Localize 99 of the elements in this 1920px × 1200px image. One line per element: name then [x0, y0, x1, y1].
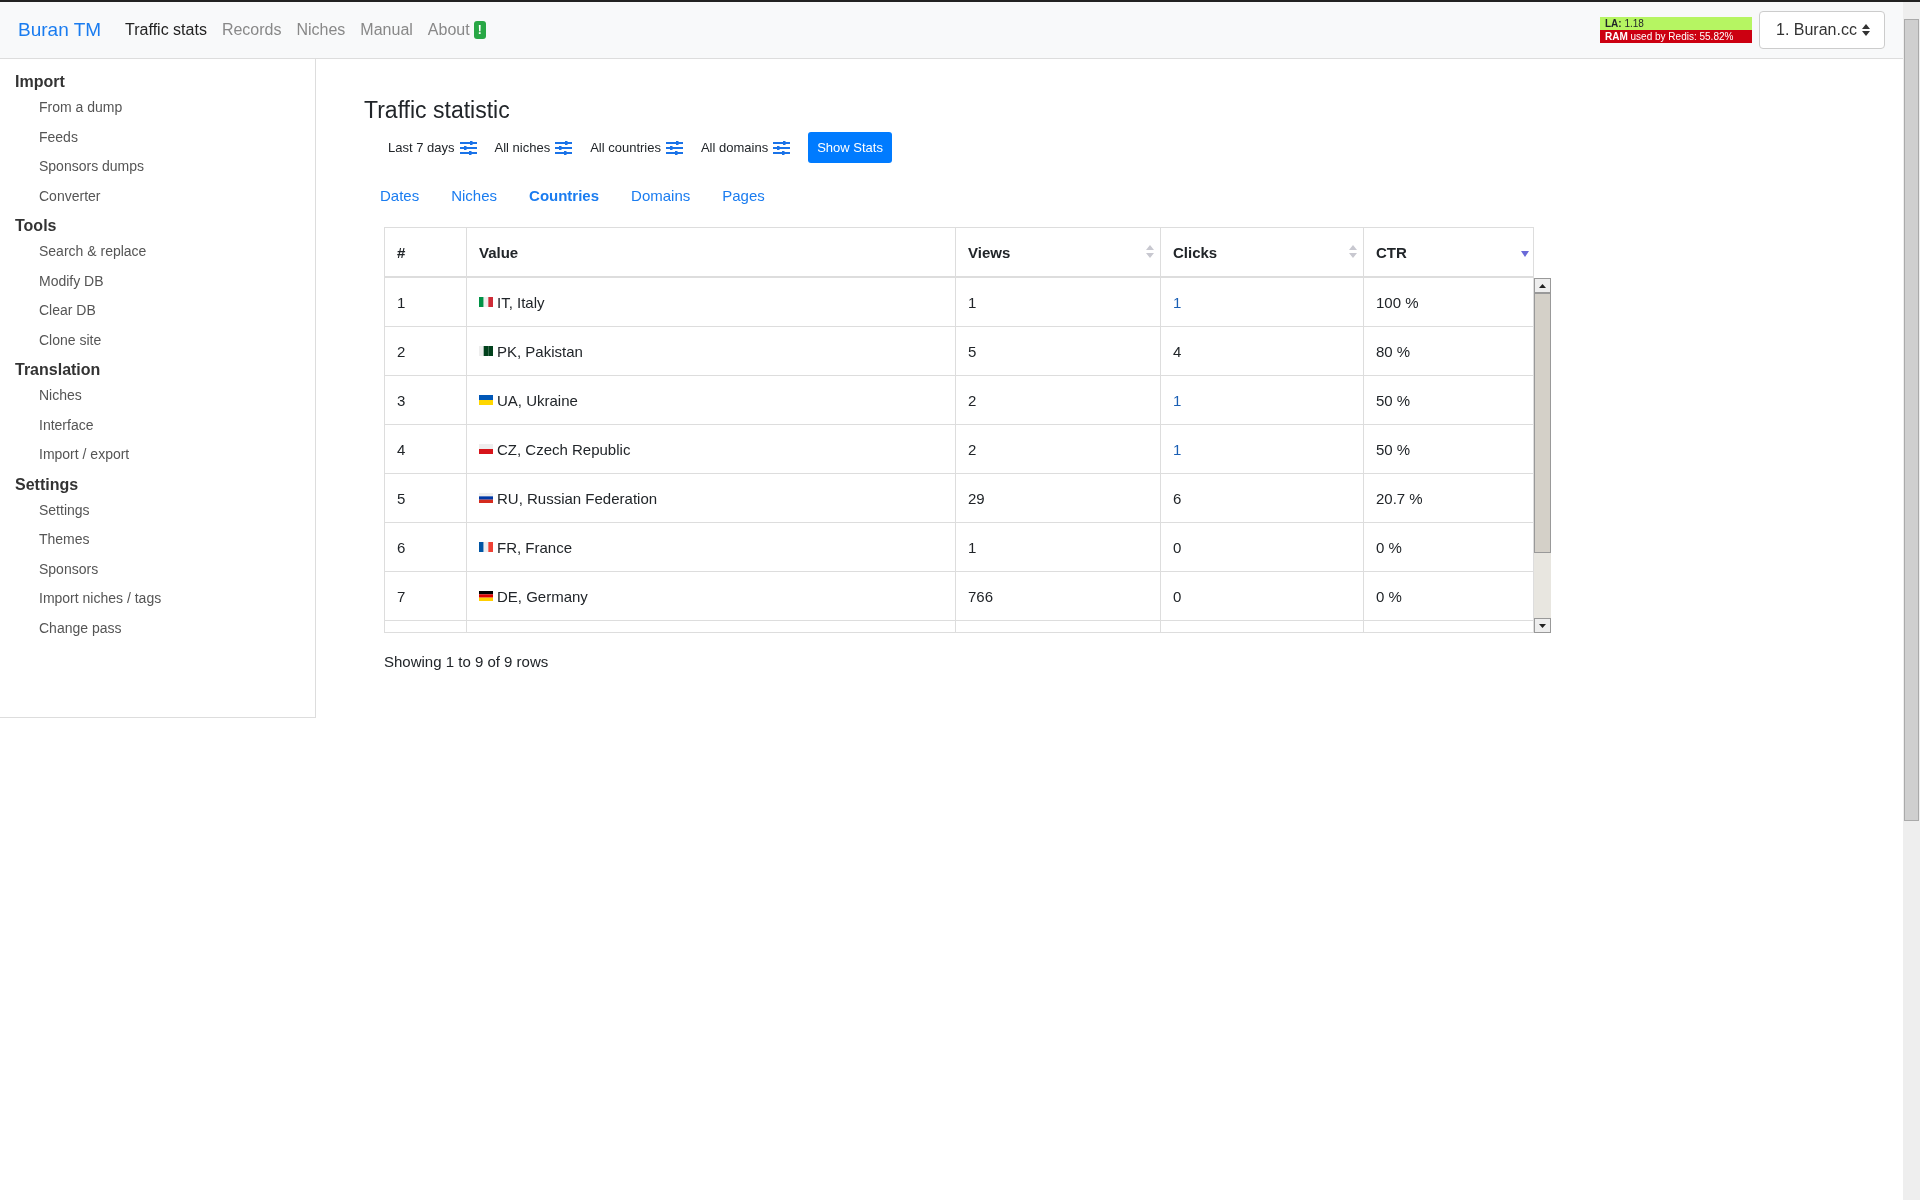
flag-icon [479, 297, 493, 307]
sidebar-link[interactable]: Search & replace [39, 237, 147, 267]
clicks-value: 6 [1173, 489, 1182, 507]
table-cell: 1 [956, 523, 1161, 571]
table-cell: 3 [385, 376, 467, 424]
column-header[interactable]: CTR [1364, 228, 1535, 276]
flag-icon [479, 542, 493, 552]
sliders-icon [773, 140, 791, 155]
sidebar-link[interactable]: Feeds [39, 122, 78, 152]
table-cell-text: 0 % [1375, 537, 1403, 558]
column-title: CTR [1376, 243, 1407, 261]
scroll-up-arrow-icon[interactable] [1539, 283, 1546, 288]
column-title: # [397, 243, 406, 261]
table-scrollbar[interactable] [1534, 278, 1551, 633]
sidebar-link[interactable]: Modify DB [39, 266, 104, 296]
table-cell: 6 [385, 523, 467, 571]
sliders-icon [459, 140, 477, 155]
table-cell: 1 [385, 278, 467, 326]
sidebar-link[interactable]: Niches [39, 381, 82, 411]
flag-icon [479, 346, 493, 356]
tab[interactable]: Countries [529, 187, 600, 227]
filter-dropdown[interactable]: All domains [700, 140, 791, 155]
column-header[interactable]: Views [956, 228, 1161, 276]
column-header[interactable]: Clicks [1161, 228, 1364, 276]
sidebar-link[interactable]: Settings [39, 495, 90, 525]
table-cell: 29 [956, 474, 1161, 522]
clicks-value: 0 [1173, 538, 1182, 556]
page-title: Traffic statistic [364, 97, 511, 124]
sidebar-link[interactable]: From a dump [39, 93, 123, 123]
filter-dropdown[interactable]: Last 7 days [388, 140, 477, 155]
column-header[interactable]: # [385, 228, 467, 276]
show-stats-button[interactable]: Show Stats [808, 132, 892, 163]
table-cell: 2 [385, 327, 467, 375]
sidebar-link[interactable]: Clone site [39, 325, 102, 355]
column-title: Views [968, 243, 1011, 261]
country-name: UA, Ukraine [497, 391, 578, 409]
clicks-value: 4 [1173, 342, 1182, 360]
table-cell-text: 50 % [1375, 439, 1412, 460]
table-cell: 1 [956, 278, 1161, 326]
tab[interactable]: Dates [380, 187, 420, 227]
table-cell: 766 [956, 572, 1161, 620]
table-cell-text: 100 % [1375, 292, 1420, 313]
table-cell-text: 20.7 % [1375, 488, 1424, 509]
sliders-icon [665, 140, 683, 155]
country-name: CZ, Czech Republic [497, 440, 631, 458]
table-cell: 2 [956, 376, 1161, 424]
table-cell: 2 [956, 425, 1161, 473]
table-cell: 4 [385, 425, 467, 473]
country-name: RU, Russian Federation [497, 489, 658, 507]
pagination-info: Showing 1 to 9 of 9 rows [384, 653, 550, 670]
load-average-indicator: LA: 1.18 [1600, 17, 1752, 30]
brand-link[interactable]: Buran TM [18, 19, 102, 41]
flag-icon [479, 444, 493, 454]
site-select[interactable]: 1. Buran.cc [1759, 11, 1885, 49]
clicks-link[interactable]: 1 [1173, 391, 1182, 409]
tab[interactable]: Domains [631, 187, 691, 227]
sidebar-heading: Translation [15, 360, 101, 380]
sidebar-link[interactable]: Converter [39, 181, 101, 211]
tab[interactable]: Niches [451, 187, 498, 227]
table-cell: 5 [385, 474, 467, 522]
sidebar-link[interactable]: Sponsors dumps [39, 152, 145, 182]
clicks-value: 0 [1173, 587, 1182, 605]
up-down-caret-icon [1862, 24, 1870, 36]
sidebar-link[interactable]: Sponsors [39, 554, 99, 584]
table-cell-text: 50 % [1375, 390, 1412, 411]
sidebar-link[interactable]: Themes [39, 525, 90, 555]
filter-dropdown[interactable]: All niches [494, 140, 573, 155]
sidebar-link[interactable]: Import niches / tags [39, 584, 162, 614]
country-name: PK, Pakistan [497, 342, 583, 360]
flag-icon [479, 493, 493, 503]
filter-dropdown[interactable]: All countries [590, 140, 683, 155]
column-header[interactable]: Value [467, 228, 956, 276]
sliders-icon [555, 140, 573, 155]
country-name: IT, Italy [497, 293, 545, 311]
page-scrollbar[interactable] [1903, 2, 1920, 1200]
flag-icon [479, 591, 493, 601]
column-title: Clicks [1173, 243, 1218, 261]
country-name: FR, France [497, 538, 572, 556]
sidebar-link[interactable]: Clear DB [39, 296, 96, 326]
flag-icon [479, 395, 493, 405]
country-name: DE, Germany [497, 587, 588, 605]
sidebar-heading: Settings [15, 474, 79, 495]
table-cell: 7 [385, 572, 467, 620]
clicks-link[interactable]: 1 [1173, 293, 1182, 311]
clicks-link[interactable]: 1 [1173, 440, 1182, 458]
tab[interactable]: Pages [722, 187, 765, 227]
notification-badge: ! [473, 21, 486, 39]
sidebar-link[interactable]: Interface [39, 410, 94, 440]
ram-usage-indicator: RAM used by Redis: 55.82% [1600, 30, 1752, 43]
column-title: Value [479, 243, 519, 261]
table-cell: 5 [956, 327, 1161, 375]
sidebar-heading: Import [15, 72, 65, 92]
sidebar-link[interactable]: Import / export [39, 440, 130, 470]
sidebar-heading: Tools [15, 216, 57, 236]
sidebar-link[interactable]: Change pass [39, 613, 122, 643]
scroll-down-arrow-icon[interactable] [1539, 623, 1546, 628]
table-cell-text: 0 % [1375, 586, 1403, 607]
nav-link[interactable]: Traffic stats [125, 21, 207, 39]
table-cell-text: 80 % [1375, 341, 1412, 362]
